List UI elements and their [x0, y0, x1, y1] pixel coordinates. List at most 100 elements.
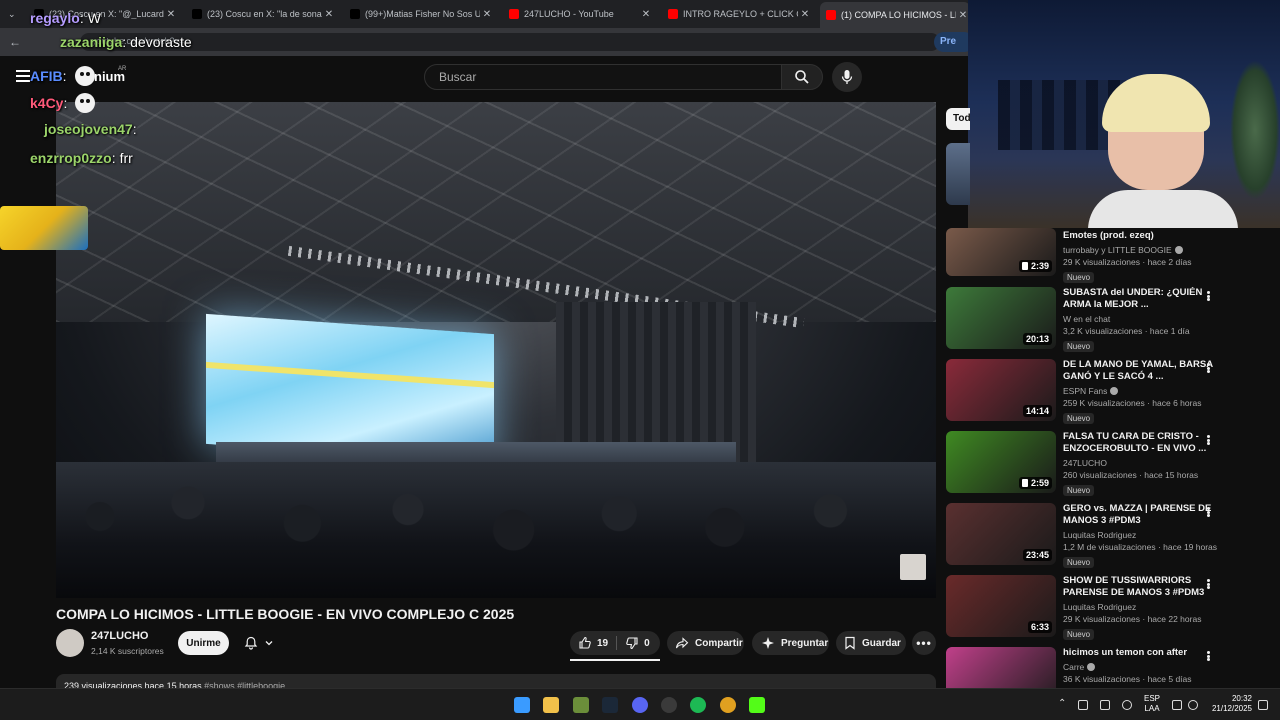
- close-tab-icon[interactable]: ✕: [798, 9, 812, 20]
- recommendation-thumbnail[interactable]: 2:39: [946, 228, 1056, 276]
- recommendation-channel[interactable]: 247LUCHO: [1063, 458, 1213, 468]
- new-badge: Nuevo: [1063, 557, 1095, 568]
- discord-icon[interactable]: [632, 697, 648, 713]
- chat-text: W: [87, 10, 101, 26]
- recommendation-title[interactable]: FALSA TU CARA DE CRISTO - ENZOCEROBULTO …: [1063, 431, 1213, 455]
- hamburger-menu-icon[interactable]: [16, 70, 30, 82]
- recommendation-title[interactable]: SUBASTA del UNDER: ¿QUIÉN ARMA la MEJOR …: [1063, 287, 1213, 311]
- recommendation-title[interactable]: DE LA MANO DE YAMAL, BARSA GANÓ Y LE SAC…: [1063, 359, 1213, 383]
- dislike-button[interactable]: 0: [617, 631, 658, 655]
- more-options-icon[interactable]: [1204, 289, 1212, 303]
- chat-separator: :: [63, 95, 68, 111]
- steam-icon[interactable]: [602, 697, 618, 713]
- filter-chip-all[interactable]: Tod: [946, 108, 970, 130]
- language-code: ESP: [1144, 694, 1161, 703]
- recommendation-channel[interactable]: W en el chat: [1063, 314, 1213, 324]
- recommendation-meta: 36 K visualizaciones · hace 5 días: [1063, 674, 1192, 684]
- search-input[interactable]: Buscar: [424, 64, 782, 90]
- more-options-icon[interactable]: [1204, 505, 1212, 519]
- volume-icon[interactable]: [1188, 700, 1198, 710]
- chat-message: AFIB:: [30, 66, 95, 86]
- more-options-icon[interactable]: [1204, 433, 1212, 447]
- recommendation-channel[interactable]: ESPN Fans: [1063, 386, 1213, 396]
- recommendation-meta: 260 visualizaciones · hace 15 horas: [1063, 470, 1199, 480]
- recommendation-thumbnail[interactable]: 23:45: [946, 503, 1056, 565]
- recommendation-channel[interactable]: turrobaby y LITTLE BOOGIE: [1063, 245, 1213, 255]
- more-options-icon[interactable]: [1204, 361, 1212, 375]
- recommendation-thumbnail-partial[interactable]: [946, 143, 970, 205]
- notifications-button[interactable]: [235, 631, 283, 655]
- windows-start-icon[interactable]: [514, 697, 530, 713]
- recommendation-item[interactable]: 20:13 SUBASTA del UNDER: ¿QUIÉN ARMA la M…: [946, 287, 1246, 352]
- browser-tab[interactable]: 247LUCHO - YouTube ✕: [503, 4, 653, 24]
- back-arrow-icon[interactable]: ←: [9, 35, 21, 49]
- new-badge: Nuevo: [1063, 341, 1095, 352]
- tab-list-button[interactable]: ⌄: [4, 4, 22, 24]
- channel-avatar[interactable]: [56, 629, 84, 657]
- recommendation-item[interactable]: 2:59 FALSA TU CARA DE CRISTO - ENZOCEROBU…: [946, 431, 1246, 496]
- recommendation-channel[interactable]: Luquitas Rodriguez: [1063, 530, 1213, 540]
- close-tab-icon[interactable]: ✕: [639, 9, 653, 20]
- url-field[interactable]: youtube.com/watch?v=...: [80, 33, 940, 51]
- voice-search-button[interactable]: [832, 62, 862, 92]
- duration-badge: 2:39: [1018, 260, 1052, 272]
- browser-tab[interactable]: (23) Coscu en X: "la de sonar m ✕: [186, 4, 336, 24]
- recommendation-channel[interactable]: Carre: [1063, 662, 1213, 672]
- notifications-bell-icon[interactable]: [1258, 700, 1268, 710]
- chrome-icon[interactable]: [720, 697, 736, 713]
- recommendation-info: SHOW DE TUSSIWARRIORS PARENSE DE MANOS 3…: [1063, 575, 1213, 642]
- tray-microphone-icon[interactable]: [1122, 700, 1132, 710]
- browser-tab[interactable]: INTRO RAGEYLO + CLICK CLAC✕: [662, 4, 812, 24]
- channel-name[interactable]: 247LUCHO: [91, 630, 148, 642]
- recommendation-channel[interactable]: Luquitas Rodriguez: [1063, 602, 1213, 612]
- language-indicator[interactable]: ESP LAA: [1144, 694, 1160, 714]
- recommendation-title[interactable]: Emotes (prod. ezeq): [1063, 230, 1213, 242]
- like-button[interactable]: 19: [570, 631, 616, 655]
- like-count: 19: [597, 637, 609, 649]
- recommendation-thumbnail[interactable]: 14:14: [946, 359, 1056, 421]
- ask-button[interactable]: Preguntar: [752, 631, 829, 655]
- tray-security-icon[interactable]: [1100, 700, 1110, 710]
- share-button[interactable]: Compartir: [667, 631, 744, 655]
- browser-tab[interactable]: (99+)Matias Fisher No Sos Und ✕: [344, 4, 494, 24]
- chat-emote-icon: [74, 66, 95, 86]
- tray-overflow-chevron-icon[interactable]: ⌃: [1058, 698, 1066, 709]
- minecraft-icon[interactable]: [573, 697, 589, 713]
- tray-sync-icon[interactable]: [1078, 700, 1088, 710]
- new-badge: Nuevo: [1063, 413, 1095, 424]
- recommendation-thumbnail[interactable]: 2:59: [946, 431, 1056, 493]
- more-options-icon[interactable]: [1204, 577, 1212, 591]
- video-player[interactable]: [56, 102, 936, 598]
- mini-thumbnail[interactable]: [900, 554, 926, 580]
- recommendation-thumbnail[interactable]: 20:13: [946, 287, 1056, 349]
- recommendation-title[interactable]: GERO vs. MAZZA | PARENSE DE MANOS 3 #PDM…: [1063, 503, 1213, 527]
- more-options-icon[interactable]: [1204, 649, 1212, 663]
- clock[interactable]: 20:32 21/12/2025: [1206, 694, 1252, 714]
- recommendation-meta: 259 K visualizaciones · hace 6 horas: [1063, 398, 1202, 408]
- search-button[interactable]: [781, 64, 823, 90]
- recommendation-meta: 29 K visualizaciones · hace 2 días: [1063, 257, 1192, 267]
- browser-tab[interactable]: (1) COMPA LO HICIMOS - LITTL✕: [820, 2, 970, 28]
- close-tab-icon[interactable]: ✕: [164, 9, 178, 20]
- close-tab-icon[interactable]: ✕: [322, 9, 336, 20]
- spotify-icon[interactable]: [690, 697, 706, 713]
- kick-icon[interactable]: [749, 697, 765, 713]
- recommendation-info: hicimos un temon con after Carre 36 K visu…: [1063, 647, 1213, 684]
- file-explorer-icon[interactable]: [543, 697, 559, 713]
- join-button[interactable]: Unirme: [178, 631, 229, 655]
- save-button[interactable]: Guardar: [836, 631, 906, 655]
- obs-icon[interactable]: [661, 697, 677, 713]
- more-actions-button[interactable]: •••: [912, 631, 936, 655]
- close-tab-icon[interactable]: ✕: [480, 9, 494, 20]
- network-icon[interactable]: [1172, 700, 1182, 710]
- recommendation-title[interactable]: SHOW DE TUSSIWARRIORS PARENSE DE MANOS 3…: [1063, 575, 1213, 599]
- recommendation-item[interactable]: 14:14 DE LA MANO DE YAMAL, BARSA GANÓ Y L…: [946, 359, 1246, 424]
- recommendation-item[interactable]: 23:45 GERO vs. MAZZA | PARENSE DE MANOS 3…: [946, 503, 1246, 568]
- sparkle-icon: [762, 637, 774, 649]
- recommendation-item[interactable]: 2:39 Emotes (prod. ezeq) turrobaby y LITTL…: [946, 228, 1246, 294]
- recommendation-item[interactable]: 6:33 SHOW DE TUSSIWARRIORS PARENSE DE MAN…: [946, 575, 1246, 642]
- profile-button-label: Pre: [940, 36, 957, 47]
- recommendation-title[interactable]: hicimos un temon con after: [1063, 647, 1213, 659]
- recommendation-thumbnail[interactable]: 6:33: [946, 575, 1056, 637]
- streamer-webcam: [968, 0, 1280, 228]
